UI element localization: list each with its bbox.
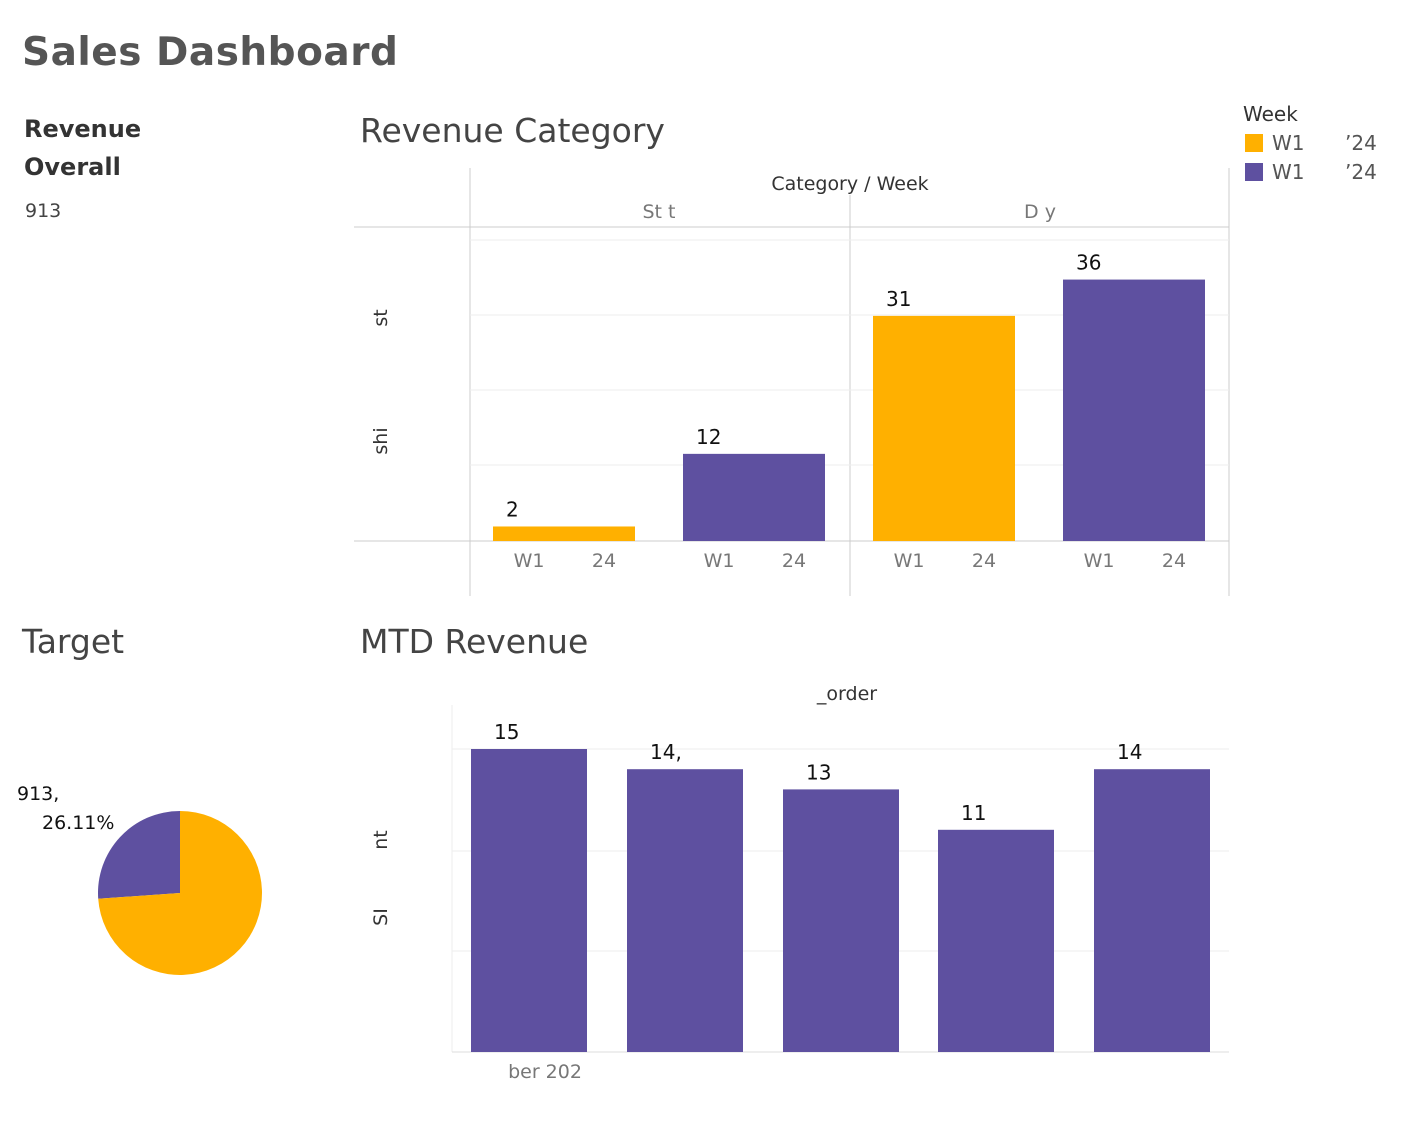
- mtd-bar[interactable]: [938, 829, 1054, 1052]
- rc-bar-value-label: 31: [886, 287, 911, 311]
- rc-x-tick-label: W1: [704, 550, 735, 572]
- mtd-y-label-1: SI: [370, 908, 392, 926]
- mtd-title: MTD Revenue: [360, 622, 589, 661]
- legend-swatch-orange: [1245, 134, 1263, 152]
- rc-x-tick-label: 24: [592, 550, 616, 572]
- mtd-bar-value-label: 11: [961, 801, 986, 825]
- rc-panel-label-0: St t: [643, 201, 676, 223]
- rc-x-tick-label: W1: [514, 550, 545, 572]
- rc-bar[interactable]: [873, 315, 1015, 541]
- rc-x-tick-label: 24: [782, 550, 806, 572]
- legend-item[interactable]: W1 ’24: [1245, 131, 1377, 155]
- rc-bar-value-label: 2: [506, 497, 519, 521]
- mtd-bar[interactable]: [471, 749, 587, 1052]
- rc-bar[interactable]: [493, 526, 635, 541]
- mtd-bar-value-label: 14: [1117, 740, 1142, 764]
- legend-item-suffix: ’24: [1345, 131, 1377, 155]
- mtd-bar[interactable]: [1094, 769, 1210, 1052]
- mtd-bar-value-label: 13: [806, 760, 831, 784]
- mtd-y-label-0: nt: [370, 830, 392, 850]
- rc-x-tick-label: 24: [1162, 550, 1186, 572]
- rc-y-label-0: st: [370, 309, 392, 326]
- mtd-header: _order: [816, 683, 877, 705]
- target-title: Target: [22, 622, 125, 661]
- mtd-bar[interactable]: [627, 769, 743, 1052]
- target-value-label: 913,: [17, 783, 59, 805]
- rc-x-tick-label: W1: [894, 550, 925, 572]
- rc-header: Category / Week: [771, 173, 928, 195]
- target-percent-label: 26.11%: [42, 812, 114, 834]
- mtd-bar[interactable]: [783, 789, 899, 1052]
- rc-panel-label-1: D y: [1024, 201, 1056, 223]
- legend-title: Week: [1243, 102, 1298, 126]
- rc-y-label-1: shi: [370, 427, 392, 454]
- rc-bar[interactable]: [1063, 279, 1205, 541]
- legend-item-label: W1: [1272, 160, 1305, 184]
- legend-item-label: W1: [1272, 131, 1305, 155]
- revenue-category-chart: Category / Week St t D y st shi 2 W1 24 12 W…: [17, 168, 1230, 1083]
- rc-x-tick-label: 24: [972, 550, 996, 572]
- rc-x-tick-label: W1: [1084, 550, 1115, 572]
- mtd-bar-value-label: 15: [494, 720, 519, 744]
- rc-bar-value-label: 36: [1076, 251, 1101, 275]
- legend-swatch-purple: [1245, 163, 1263, 181]
- rc-bar[interactable]: [683, 453, 825, 541]
- mtd-x-label: ber 202: [508, 1061, 582, 1083]
- mtd-bar-value-label: 14,: [650, 740, 682, 764]
- rc-bar-value-label: 12: [696, 425, 721, 449]
- legend-item-suffix: ’24: [1345, 160, 1377, 184]
- legend-item[interactable]: W1 ’24: [1245, 160, 1377, 184]
